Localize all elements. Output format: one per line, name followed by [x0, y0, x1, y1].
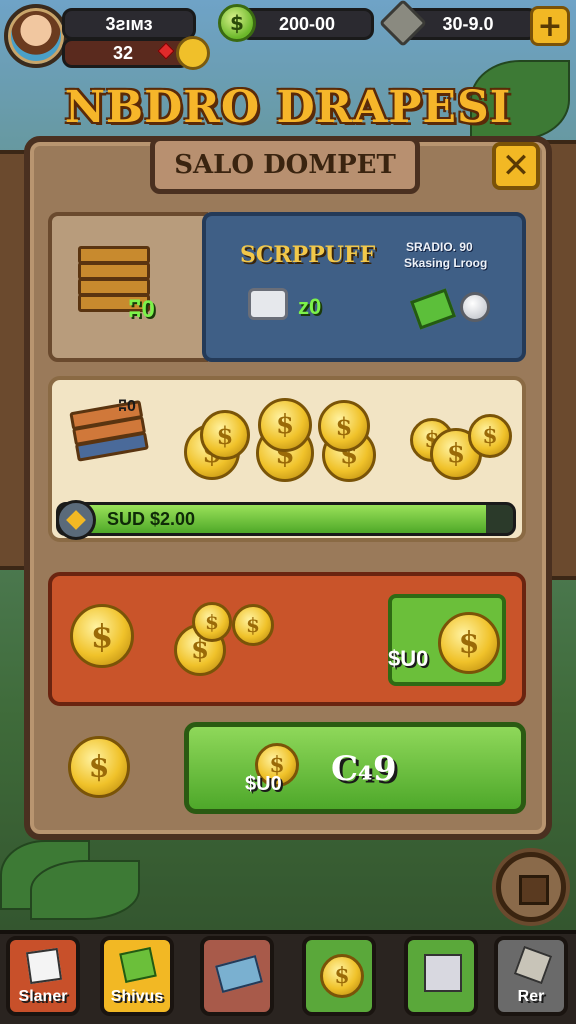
nav-coin[interactable]: $ [302, 936, 376, 1016]
panel-title: SALO DOMPET [150, 136, 420, 194]
close-button[interactable]: ✕ [492, 142, 540, 190]
settings-gear-button[interactable] [496, 852, 566, 922]
buy-button[interactable]: $ $U0 C₄9 [184, 722, 526, 814]
cash-icon [410, 288, 456, 330]
paper-icon [25, 947, 63, 985]
add-currency-button[interactable]: + [530, 6, 570, 46]
row1-stat-line2: Skasing Lroog [404, 256, 488, 270]
player-name: 3ƨıмз [62, 8, 196, 40]
nav-rer[interactable]: Rer [494, 936, 568, 1016]
coin-icon: $ [320, 954, 364, 998]
book-stack-icon [69, 400, 149, 471]
nav-shivus[interactable]: Shivus [100, 936, 174, 1016]
buy-price: $U0 [245, 773, 282, 795]
ticket-icon [215, 955, 263, 993]
card-icon [424, 954, 462, 992]
dollar-coin-icon: $ [218, 4, 256, 42]
nav-rer-label: Rer [517, 988, 545, 1005]
nav-slaner[interactable]: Slaner [6, 936, 80, 1016]
nav-slaner-label: Slaner [18, 988, 68, 1005]
gold-coin-icon: $ [200, 410, 250, 460]
gold-coin-icon: $ [68, 736, 130, 798]
row1-left-card[interactable]: ʭ0 [48, 212, 208, 362]
row3-reward-box[interactable]: $ $U0 [388, 594, 506, 686]
row2-book-tag: ʭ0 [118, 398, 136, 415]
progress-badge-icon [56, 500, 96, 540]
nav-shivus-label: Shivus [110, 988, 164, 1005]
row1-right-title: SCRPPUFF [240, 242, 376, 268]
coins-counter: 200-00 [240, 8, 374, 40]
top-hud: 3ƨıмз 32 200-00 $ 30-9.0 + [0, 0, 576, 80]
gold-coin-icon: $ [232, 604, 274, 646]
row1-right-value: z0 [298, 294, 322, 319]
row1-stat-line1: SRADIO. 90 [406, 240, 473, 254]
gold-coin-icon: $ [258, 398, 312, 452]
nav-tickets[interactable] [200, 936, 274, 1016]
silver-coin-icon [460, 292, 490, 322]
gold-coin-icon: $ [468, 414, 512, 458]
row3-box-value: $U0 [388, 646, 429, 671]
progress-bar: SUD $2.00 [56, 502, 516, 536]
gold-coin-icon: $ [318, 400, 370, 452]
game-title: NBDRO DRAPESI [64, 82, 512, 133]
background-leaf [30, 860, 140, 920]
stone-icon [513, 945, 553, 985]
gold-coin-icon: $ [192, 602, 232, 642]
row1-right-card[interactable]: SCRPPUFF SRADIO. 90 Skasing Lroog z0 [202, 212, 526, 362]
progress-label: SUD $2.00 [107, 509, 196, 529]
cash-icon [119, 947, 157, 983]
player-avatar[interactable] [4, 4, 68, 68]
nav-card[interactable] [404, 936, 478, 1016]
level-badge-icon [176, 36, 210, 70]
silver-bars-icon [248, 288, 288, 320]
gold-coin-icon: $ [438, 612, 500, 674]
row1-left-value: ʭ0 [128, 296, 155, 323]
bottom-nav [0, 930, 576, 1024]
buy-label: C₄9 [331, 749, 397, 789]
gold-coin-icon: $ [70, 604, 134, 668]
